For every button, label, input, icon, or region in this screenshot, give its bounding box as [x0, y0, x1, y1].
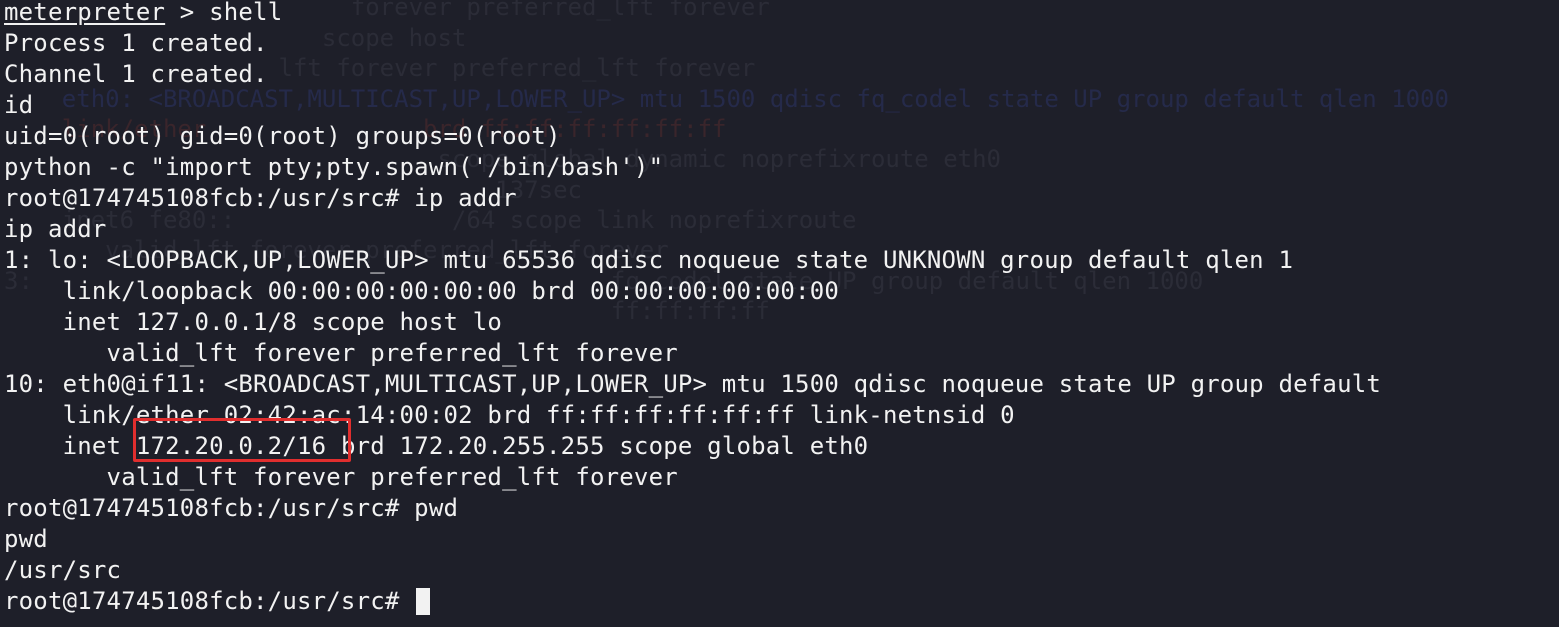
terminal-line: python -c "import pty;pty.spawn('/bin/ba… — [4, 153, 664, 181]
terminal-line: link/ether 02:42:ac:14:00:02 brd ff:ff:f… — [4, 401, 1015, 429]
terminal-line: inet 172.20.0.2/16 brd 172.20.255.255 sc… — [4, 431, 1554, 462]
terminal-line: ip addr — [4, 215, 107, 243]
terminal-line: root@174745108fcb:/usr/src# ip addr — [4, 184, 517, 212]
terminal-line: Process 1 created. — [4, 29, 268, 57]
terminal-line: valid_lft forever preferred_lft forever — [4, 463, 678, 491]
terminal-line: pwd — [4, 525, 48, 553]
shell-prompt: root@174745108fcb:/usr/src# — [4, 587, 415, 615]
terminal-line: inet 127.0.0.1/8 scope host lo — [4, 308, 503, 336]
terminal-line: 10: eth0@if11: <BROADCAST,MULTICAST,UP,L… — [4, 370, 1382, 398]
inet-details: brd 172.20.255.255 scope global eth0 — [326, 432, 869, 460]
highlighted-ip-address: 172.20.0.2/16 — [135, 432, 327, 460]
terminal-line: /usr/src — [4, 556, 122, 584]
terminal-line: 1: lo: <LOOPBACK,UP,LOWER_UP> mtu 65536 … — [4, 246, 1294, 274]
terminal-line: Channel 1 created. — [4, 60, 268, 88]
terminal-line: meterpreter > shell — [4, 0, 1554, 28]
shell-command: > shell — [165, 0, 283, 26]
terminal-output: meterpreter > shell Process 1 created. C… — [4, 0, 1554, 617]
terminal-line: valid_lft forever preferred_lft forever — [4, 339, 678, 367]
meterpreter-prompt: meterpreter — [4, 0, 166, 26]
terminal-line: uid=0(root) gid=0(root) groups=0(root) — [4, 122, 561, 150]
terminal-line: id — [4, 91, 34, 119]
terminal-line: link/loopback 00:00:00:00:00:00 brd 00:0… — [4, 277, 840, 305]
terminal-line: root@174745108fcb:/usr/src# pwd — [4, 494, 459, 522]
block-cursor-icon[interactable] — [416, 588, 431, 615]
inet-label: inet — [4, 432, 136, 460]
terminal-window[interactable]: forever preferred_lft forever scope host… — [0, 0, 1559, 627]
terminal-input-line[interactable]: root@174745108fcb:/usr/src# — [4, 586, 1554, 617]
